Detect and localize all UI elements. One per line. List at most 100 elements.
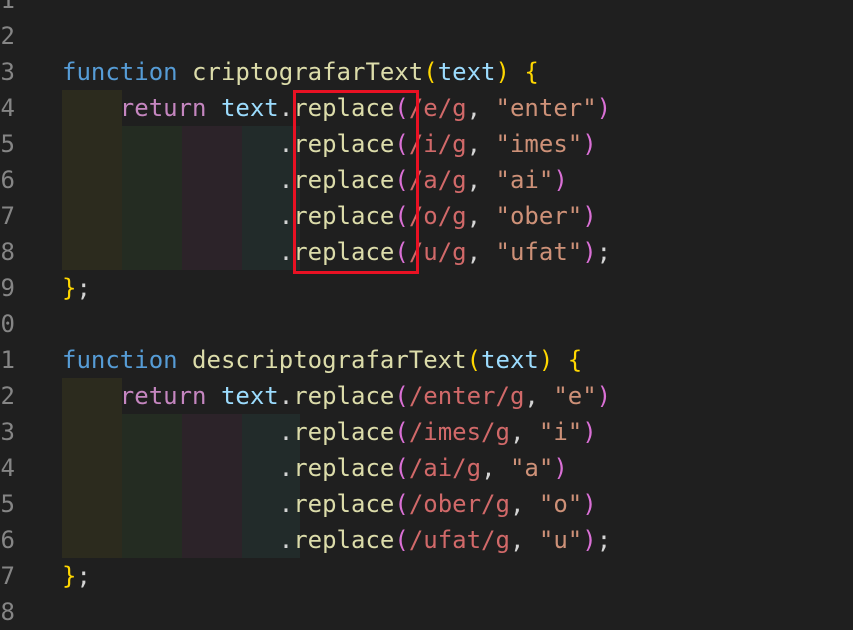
string: "a" bbox=[509, 454, 554, 482]
dot: . bbox=[278, 94, 294, 122]
code-line[interactable]: .replace(/ai/g, "a") bbox=[62, 450, 568, 486]
comma: , bbox=[466, 166, 496, 194]
string: "ober" bbox=[495, 202, 583, 230]
dot: . bbox=[278, 238, 294, 266]
comma: , bbox=[509, 526, 539, 554]
string: "o" bbox=[538, 490, 583, 518]
string: "enter" bbox=[495, 94, 597, 122]
code-line[interactable]: function criptografarText(text) { bbox=[62, 54, 539, 90]
semicolon: ; bbox=[76, 274, 91, 302]
parameter: text bbox=[437, 58, 496, 86]
bracket: ) bbox=[495, 58, 510, 86]
line-number: 21 bbox=[0, 346, 15, 374]
comma: , bbox=[524, 382, 554, 410]
line-number: 22 bbox=[0, 382, 15, 410]
parameter: text bbox=[481, 346, 539, 374]
line-number: 24 bbox=[0, 454, 15, 482]
code-line[interactable]: }; bbox=[62, 270, 91, 306]
comma: , bbox=[509, 418, 539, 446]
keyword: return bbox=[119, 94, 207, 122]
brace: } bbox=[62, 562, 77, 590]
variable: text bbox=[220, 94, 279, 122]
keyword: return bbox=[119, 382, 207, 410]
line-number: 27 bbox=[0, 562, 15, 590]
string: "ufat" bbox=[495, 238, 583, 266]
string: "e" bbox=[553, 382, 597, 410]
bracket: ( bbox=[394, 490, 409, 518]
bracket: ( bbox=[423, 58, 438, 86]
keyword: function bbox=[62, 58, 178, 86]
dot: . bbox=[278, 418, 294, 446]
string: "imes" bbox=[495, 130, 583, 158]
line-number: 28 bbox=[0, 598, 15, 626]
brace: { bbox=[524, 58, 539, 86]
regex: /ober/g bbox=[408, 490, 510, 518]
bracket: ) bbox=[582, 418, 597, 446]
bracket: ) bbox=[582, 490, 597, 518]
line-number: 20 bbox=[0, 310, 15, 338]
line-number: 17 bbox=[0, 202, 15, 230]
dot: . bbox=[278, 130, 294, 158]
brace: } bbox=[62, 274, 77, 302]
string: "i" bbox=[538, 418, 583, 446]
method-name: replace bbox=[293, 490, 395, 518]
semicolon: ; bbox=[596, 238, 612, 266]
code-editor[interactable]: 11 12 13 14 15 16 17 18 19 20 21 22 23 24 25 26 27 28 fun… bbox=[0, 0, 853, 626]
bracket: ( bbox=[466, 346, 482, 374]
bracket: ) bbox=[582, 130, 597, 158]
code-line[interactable]: .replace(/ufat/g, "u"); bbox=[62, 522, 611, 558]
bracket: ) bbox=[582, 526, 597, 554]
comma: , bbox=[466, 94, 496, 122]
dot: . bbox=[278, 382, 294, 410]
code-line[interactable]: }; bbox=[62, 558, 91, 594]
bracket: ) bbox=[582, 238, 597, 266]
line-number: 14 bbox=[0, 94, 15, 122]
bracket: ) bbox=[582, 202, 597, 230]
bracket: ) bbox=[538, 346, 554, 374]
code-line[interactable]: return text.replace(/enter/g, "e") bbox=[62, 378, 611, 414]
bracket: ( bbox=[394, 526, 409, 554]
dot: . bbox=[278, 490, 294, 518]
string: "u" bbox=[538, 526, 583, 554]
bracket: ( bbox=[394, 454, 409, 482]
bracket: ) bbox=[553, 166, 568, 194]
comma: , bbox=[509, 490, 539, 518]
semicolon: ; bbox=[76, 562, 91, 590]
bracket: ) bbox=[596, 94, 612, 122]
comma: , bbox=[466, 130, 496, 158]
variable: text bbox=[220, 382, 279, 410]
line-number: 19 bbox=[0, 274, 15, 302]
comma: , bbox=[466, 202, 496, 230]
highlight-box bbox=[293, 90, 419, 274]
regex: /ai/g bbox=[408, 454, 482, 482]
regex: /enter/g bbox=[408, 382, 525, 410]
semicolon: ; bbox=[596, 526, 612, 554]
method-name: replace bbox=[293, 382, 395, 410]
dot: . bbox=[278, 202, 294, 230]
regex: /imes/g bbox=[408, 418, 510, 446]
dot: . bbox=[278, 454, 294, 482]
code-line[interactable]: .replace(/imes/g, "i") bbox=[62, 414, 597, 450]
code-line[interactable]: .replace(/ober/g, "o") bbox=[62, 486, 597, 522]
code-line[interactable]: function descriptografarText(text) { bbox=[62, 342, 582, 378]
comma: , bbox=[481, 454, 510, 482]
line-number: 11 bbox=[0, 0, 15, 14]
bracket: ( bbox=[394, 382, 409, 410]
keyword: function bbox=[62, 346, 178, 374]
line-number: 26 bbox=[0, 526, 15, 554]
function-name: descriptografarText bbox=[192, 346, 467, 374]
line-number: 15 bbox=[0, 130, 15, 158]
line-number: 23 bbox=[0, 418, 15, 446]
brace: { bbox=[567, 346, 583, 374]
line-number: 25 bbox=[0, 490, 15, 518]
string: "ai" bbox=[495, 166, 554, 194]
line-number: 12 bbox=[0, 22, 15, 50]
comma: , bbox=[466, 238, 496, 266]
bracket: ( bbox=[394, 418, 409, 446]
line-number: 16 bbox=[0, 166, 15, 194]
line-number: 13 bbox=[0, 58, 15, 86]
dot: . bbox=[278, 166, 294, 194]
dot: . bbox=[278, 526, 294, 554]
method-name: replace bbox=[293, 526, 395, 554]
method-name: replace bbox=[293, 418, 395, 446]
